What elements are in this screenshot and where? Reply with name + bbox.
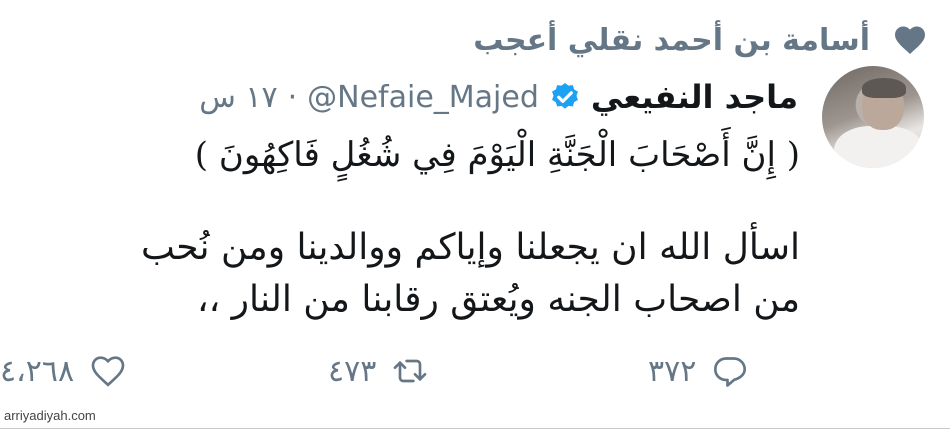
reply-count: ٣٧٢ — [648, 353, 697, 389]
user-handle[interactable]: @Nefaie_Majed — [307, 80, 539, 115]
reply-icon[interactable] — [710, 351, 750, 391]
tweet-verse: ( إِنَّ أَصْحَابَ الْجَنَّةِ الْيَوْمَ ف… — [194, 135, 800, 175]
watermark: arriyadiyah.com — [4, 408, 96, 423]
like-action[interactable]: ٤،٢٦٨ — [0, 346, 128, 396]
tweet-timestamp[interactable]: ١٧ س — [199, 80, 277, 115]
avatar-shirt — [834, 126, 924, 168]
like-count: ٤،٢٦٨ — [0, 353, 75, 389]
display-name[interactable]: ماجد النفيعي — [591, 78, 798, 116]
reply-action[interactable]: ٣٧٢ — [648, 346, 750, 396]
heart-outline-icon[interactable] — [88, 351, 128, 391]
retweet-action[interactable]: ٤٧٣ — [328, 346, 430, 396]
heart-filled-icon — [892, 22, 928, 58]
tweet-body: اسأل الله ان يجعلنا وإياكم ووالدينا ومن … — [140, 227, 800, 320]
tweet-header: ماجد النفيعي @Nefaie_Majed · ١٧ س — [199, 74, 798, 120]
verified-badge-icon — [549, 81, 581, 113]
social-context: أسامة بن أحمد نقلي أعجب — [473, 18, 928, 62]
avatar-hair — [862, 78, 906, 98]
retweet-count: ٤٧٣ — [328, 353, 377, 389]
avatar[interactable] — [822, 66, 924, 168]
tweet-actions: ٤،٢٦٨ ٤٧٣ ٣٧٢ — [0, 346, 950, 396]
liked-by-text[interactable]: أسامة بن أحمد نقلي أعجب — [473, 23, 870, 58]
retweet-icon[interactable] — [390, 351, 430, 391]
meta-separator: · — [287, 79, 298, 115]
